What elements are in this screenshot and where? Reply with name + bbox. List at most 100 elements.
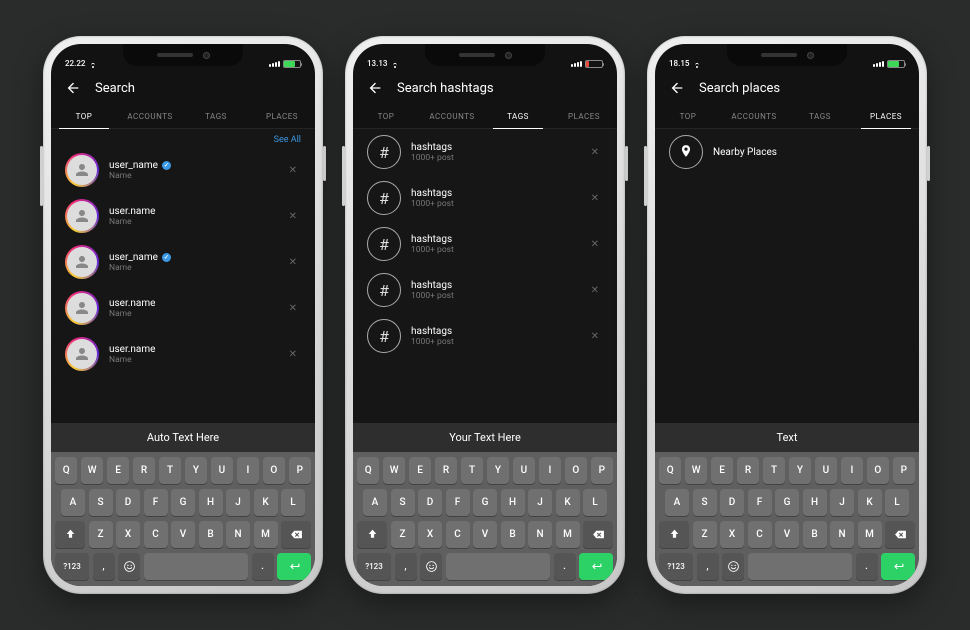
list-item[interactable]: user_nameName ✕ [51,239,315,285]
key-space[interactable] [748,553,853,580]
remove-button[interactable]: ✕ [587,235,603,254]
key-J[interactable]: J [226,489,250,516]
back-button[interactable] [65,80,81,96]
remove-button[interactable]: ✕ [285,299,301,318]
key-emoji[interactable] [722,553,744,580]
key-U[interactable]: U [513,457,535,484]
key-G[interactable]: G [775,489,799,516]
tab-top[interactable]: TOP [51,104,117,128]
see-all-link[interactable]: See All [51,129,315,147]
key-S[interactable]: S [693,489,717,516]
key-R[interactable]: R [435,457,457,484]
tab-tags[interactable]: TAGS [485,104,551,128]
key-J[interactable]: J [830,489,854,516]
key-K[interactable]: K [556,489,580,516]
key-M[interactable]: M [858,521,882,548]
tab-tags[interactable]: TAGS [787,104,853,128]
key-Y[interactable]: Y [789,457,811,484]
key-backspace[interactable] [583,521,613,548]
key-emoji[interactable] [420,553,442,580]
key-O[interactable]: O [565,457,587,484]
remove-button[interactable]: ✕ [285,253,301,272]
key-Y[interactable]: Y [185,457,207,484]
key-K[interactable]: K [254,489,278,516]
key-comma[interactable]: , [93,553,115,580]
key-V[interactable]: V [775,521,799,548]
remove-button[interactable]: ✕ [285,161,301,180]
key-space[interactable] [144,553,249,580]
key-backspace[interactable] [281,521,311,548]
key-S[interactable]: S [391,489,415,516]
tab-places[interactable]: PLACES [853,104,919,128]
key-A[interactable]: A [665,489,689,516]
key-F[interactable]: F [446,489,470,516]
key-period[interactable]: . [856,553,878,580]
key-T[interactable]: T [461,457,483,484]
back-button[interactable] [367,80,383,96]
key-V[interactable]: V [171,521,195,548]
key-P[interactable]: P [289,457,311,484]
tab-top[interactable]: TOP [353,104,419,128]
key-J[interactable]: J [528,489,552,516]
tab-accounts[interactable]: ACCOUNTS [721,104,787,128]
list-item[interactable]: # hashtags1000+ post ✕ [353,129,617,175]
list-item[interactable]: # hashtags1000+ post ✕ [353,313,617,359]
key-B[interactable]: B [803,521,827,548]
key-period[interactable]: . [554,553,576,580]
key-return[interactable] [579,553,613,580]
key-V[interactable]: V [473,521,497,548]
key-X[interactable]: X [418,521,442,548]
list-item[interactable]: user.nameName ✕ [51,331,315,377]
key-backspace[interactable] [885,521,915,548]
key-E[interactable]: E [409,457,431,484]
key-G[interactable]: G [171,489,195,516]
remove-button[interactable]: ✕ [587,281,603,300]
key-I[interactable]: I [237,457,259,484]
remove-button[interactable]: ✕ [285,345,301,364]
list-item[interactable]: Nearby Places [655,129,919,175]
key-H[interactable]: H [199,489,223,516]
key-T[interactable]: T [763,457,785,484]
key-Q[interactable]: Q [659,457,681,484]
key-H[interactable]: H [501,489,525,516]
key-I[interactable]: I [841,457,863,484]
key-U[interactable]: U [211,457,233,484]
key-O[interactable]: O [867,457,889,484]
key-C[interactable]: C [446,521,470,548]
key-return[interactable] [277,553,311,580]
key-Q[interactable]: Q [357,457,379,484]
key-R[interactable]: R [133,457,155,484]
tab-places[interactable]: PLACES [551,104,617,128]
tab-top[interactable]: TOP [655,104,721,128]
list-item[interactable]: # hashtags1000+ post ✕ [353,267,617,313]
key-M[interactable]: M [556,521,580,548]
key-X[interactable]: X [720,521,744,548]
key-L[interactable]: L [281,489,305,516]
key-G[interactable]: G [473,489,497,516]
remove-button[interactable]: ✕ [587,327,603,346]
key-W[interactable]: W [383,457,405,484]
key-W[interactable]: W [81,457,103,484]
remove-button[interactable]: ✕ [587,143,603,162]
key-L[interactable]: L [583,489,607,516]
key-O[interactable]: O [263,457,285,484]
key-A[interactable]: A [363,489,387,516]
key-D[interactable]: D [720,489,744,516]
key-I[interactable]: I [539,457,561,484]
key-C[interactable]: C [748,521,772,548]
key-R[interactable]: R [737,457,759,484]
key-return[interactable] [881,553,915,580]
key-symbols[interactable]: ?123 [55,553,89,580]
list-item[interactable]: # hashtags1000+ post ✕ [353,221,617,267]
key-Y[interactable]: Y [487,457,509,484]
key-B[interactable]: B [199,521,223,548]
key-P[interactable]: P [591,457,613,484]
text-suggestion[interactable]: Text [655,423,919,452]
key-C[interactable]: C [144,521,168,548]
tab-accounts[interactable]: ACCOUNTS [117,104,183,128]
key-Z[interactable]: Z [391,521,415,548]
key-space[interactable] [446,553,551,580]
key-symbols[interactable]: ?123 [659,553,693,580]
remove-button[interactable]: ✕ [285,207,301,226]
key-Z[interactable]: Z [693,521,717,548]
